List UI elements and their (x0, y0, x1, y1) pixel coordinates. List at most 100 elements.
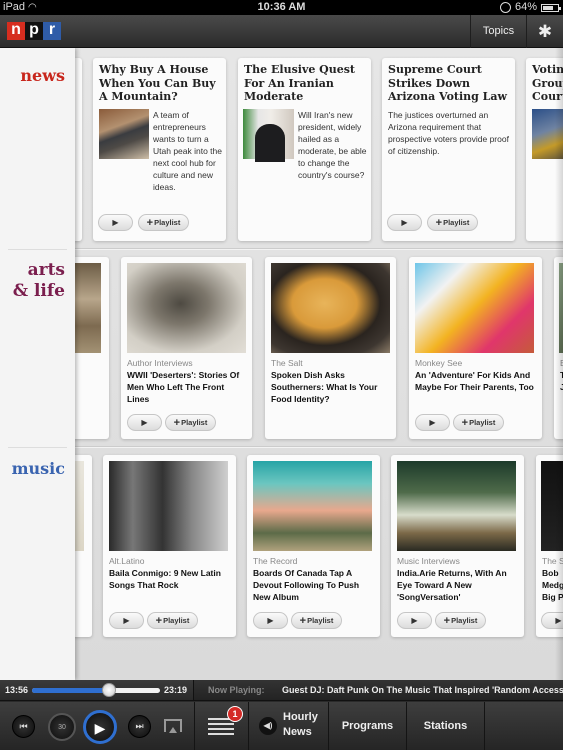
play-button[interactable]: ▶ (253, 612, 288, 629)
add-to-playlist-button[interactable]: +Playlist (427, 214, 478, 231)
news-card[interactable]: Supreme Court Strikes Down Arizona Votin… (382, 58, 515, 241)
playlist-label: Playlist (443, 218, 470, 227)
play-button[interactable]: ▶ (397, 612, 432, 629)
row-divider (75, 446, 563, 447)
play-icon: ▶ (123, 616, 130, 625)
card-kicker: Monkey See (415, 358, 463, 368)
section-divider (8, 447, 67, 448)
card-image (127, 263, 246, 353)
add-to-playlist-button[interactable]: +Playlist (453, 414, 504, 431)
hourly-news-button[interactable]: ◀) Hourly News (248, 702, 328, 750)
arts-card[interactable]: Author Interviews WWII 'Deserters': Stor… (121, 257, 252, 439)
add-to-playlist-button[interactable]: +Playlist (165, 414, 216, 431)
battery-icon (541, 3, 561, 12)
playlist-count-badge: 1 (227, 706, 243, 722)
play-icon: ▶ (112, 218, 119, 227)
next-icon: ⏭ (135, 721, 144, 731)
music-card[interactable]: Alt.Latino Baila Conmigo: 9 New Latin So… (103, 455, 236, 637)
section-label-music[interactable]: music (12, 458, 65, 479)
play-pause-button[interactable]: ▶ (83, 710, 117, 744)
app-header: n p r Topics ✱ (0, 15, 563, 48)
arts-card[interactable]: The Salt Spoken Dish Asks Southerners: W… (265, 257, 396, 439)
rewind-30-icon: 30 (58, 724, 66, 731)
add-to-playlist-button[interactable]: +Playlist (138, 214, 189, 231)
now-playing-label: Now Playing: (208, 685, 265, 695)
card-teaser: Will Iran's new president, widely hailed… (298, 110, 367, 180)
arts-card[interactable]: Monkey See An 'Adventure' For Kids And M… (409, 257, 542, 439)
airplay-icon[interactable] (164, 719, 182, 733)
news-card[interactable]: Why Buy A House When You Can Buy A Mount… (93, 58, 226, 241)
add-to-playlist-button[interactable]: +Playlist (435, 612, 486, 629)
logo-letter-n: n (7, 22, 25, 40)
playlist-label: Playlist (181, 418, 208, 427)
previous-button[interactable]: ⏮ (12, 715, 35, 738)
progress-knob[interactable] (101, 683, 116, 697)
play-button[interactable]: ▶ (387, 214, 422, 231)
music-card[interactable]: The Record Boards Of Canada Tap A Devout… (247, 455, 380, 637)
music-card[interactable]: Music Interviews India.Arie Returns, Wit… (391, 455, 524, 637)
elapsed-time: 13:56 (5, 685, 29, 695)
card-kicker: The Salt (271, 358, 303, 368)
play-button[interactable]: ▶ (415, 414, 450, 431)
skip-back-30-button[interactable]: 30 (48, 713, 76, 741)
card-title: An 'Adventure' For Kids And Maybe For Th… (415, 370, 534, 392)
card-kicker: Author Interviews (127, 358, 193, 368)
play-icon: ▶ (401, 218, 408, 227)
arts-card-partial[interactable] (72, 257, 109, 439)
now-playing-title: Guest DJ: Daft Punk On The Music That In… (282, 685, 563, 695)
plus-icon: + (146, 217, 154, 229)
scroll-edge-shadow (555, 48, 563, 680)
arts-line2: & life (12, 281, 65, 301)
card-title: Baila Conmigo: 9 New Latin Songs That Ro… (109, 568, 221, 590)
card-title: Boards Of Canada Tap A Devout Following … (253, 568, 360, 602)
hourly-news-line2: News (283, 726, 312, 738)
clock: 10:36 AM (257, 1, 306, 13)
total-time: 23:19 (163, 685, 187, 695)
hourly-news-line1: Hourly (283, 711, 318, 723)
news-card[interactable]: The Elusive Quest For An Iranian Moderat… (238, 58, 371, 241)
play-button[interactable]: ▶ (109, 612, 144, 629)
card-image (415, 263, 534, 353)
play-icon: ▶ (94, 720, 106, 736)
plus-icon: + (461, 417, 469, 429)
stations-button[interactable]: Stations (406, 702, 484, 750)
card-teaser: A team of entrepreneurs wants to turn a … (153, 110, 222, 192)
section-label-news[interactable]: news (20, 65, 65, 86)
play-button[interactable]: ▶ (127, 414, 162, 431)
play-button[interactable]: ▶ (98, 214, 133, 231)
now-playing-bar[interactable]: Now Playing: Guest DJ: Daft Punk On The … (194, 680, 563, 701)
arts-line1: arts (27, 260, 65, 280)
npr-app: iPad ◠ 10:36 AM 64% n p r Topics ✱ news a… (0, 0, 563, 750)
card-image (271, 263, 390, 353)
next-button[interactable]: ⏭ (128, 715, 151, 738)
card-image (253, 461, 372, 551)
topics-button[interactable]: Topics (470, 15, 527, 48)
card-headline: Supreme Court Strikes Down Arizona Votin… (388, 63, 508, 103)
card-title: Spoken Dish Asks Southerners: What Is Yo… (271, 370, 378, 404)
play-icon: ▶ (141, 418, 148, 427)
card-title: India.Arie Returns, With An Eye Toward A… (397, 568, 507, 602)
programs-button[interactable]: Programs (328, 702, 406, 750)
transport-controls: ⏮ 30 ▶ ⏭ (0, 702, 194, 750)
progress-slider[interactable] (32, 683, 160, 697)
card-kicker: Music Interviews (397, 556, 460, 566)
rotation-lock-icon (499, 2, 511, 13)
playlist-button[interactable]: 1 (194, 702, 248, 750)
hourly-news-label: Hourly News (283, 710, 323, 740)
playlist-label: Playlist (469, 418, 496, 427)
play-icon: ▶ (411, 616, 418, 625)
progress-fill (32, 688, 109, 693)
row-divider (75, 248, 563, 249)
logo-letter-r: r (43, 22, 61, 40)
npr-logo[interactable]: n p r (7, 22, 61, 40)
section-label-arts-life[interactable]: arts & life (13, 260, 65, 302)
audio-player: 13:56 23:19 Now Playing: Guest DJ: Daft … (0, 680, 563, 750)
add-to-playlist-button[interactable]: +Playlist (291, 612, 342, 629)
card-image (109, 461, 228, 551)
settings-button[interactable]: ✱ (527, 15, 563, 48)
card-headline: The Elusive Quest For An Iranian Moderat… (244, 63, 356, 103)
add-to-playlist-button[interactable]: +Playlist (147, 612, 198, 629)
progress-area: 13:56 23:19 (0, 680, 194, 701)
music-card-partial[interactable] (72, 455, 92, 637)
card-image (397, 461, 516, 551)
